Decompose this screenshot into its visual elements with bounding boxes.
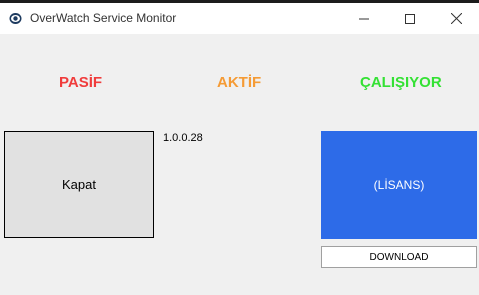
status-calisiyor-label: ÇALIŞIYOR — [360, 74, 442, 91]
license-button[interactable]: (LİSANS) — [321, 131, 477, 239]
download-button-label: DOWNLOAD — [369, 251, 429, 263]
download-button[interactable]: DOWNLOAD — [321, 246, 477, 268]
app-window: OverWatch Service Monitor PASİF AKTİF ÇA… — [0, 3, 479, 295]
status-aktif-label: AKTİF — [217, 74, 262, 91]
client-area: PASİF AKTİF ÇALIŞIYOR Kapat 1.0.0.28 (Lİ… — [0, 34, 479, 295]
minimize-button[interactable] — [341, 3, 387, 34]
license-button-label: (LİSANS) — [373, 178, 425, 192]
close-button[interactable] — [433, 3, 479, 34]
close-icon — [450, 13, 462, 24]
maximize-icon — [405, 13, 415, 24]
status-pasif-label: PASİF — [59, 74, 103, 91]
kapat-button[interactable]: Kapat — [4, 131, 154, 238]
eye-icon — [9, 13, 22, 24]
maximize-button[interactable] — [387, 3, 433, 34]
window-title: OverWatch Service Monitor — [30, 11, 177, 25]
title-bar[interactable]: OverWatch Service Monitor — [0, 3, 479, 34]
version-label: 1.0.0.28 — [163, 132, 203, 144]
kapat-button-label: Kapat — [62, 177, 96, 192]
minimize-icon — [359, 18, 369, 19]
